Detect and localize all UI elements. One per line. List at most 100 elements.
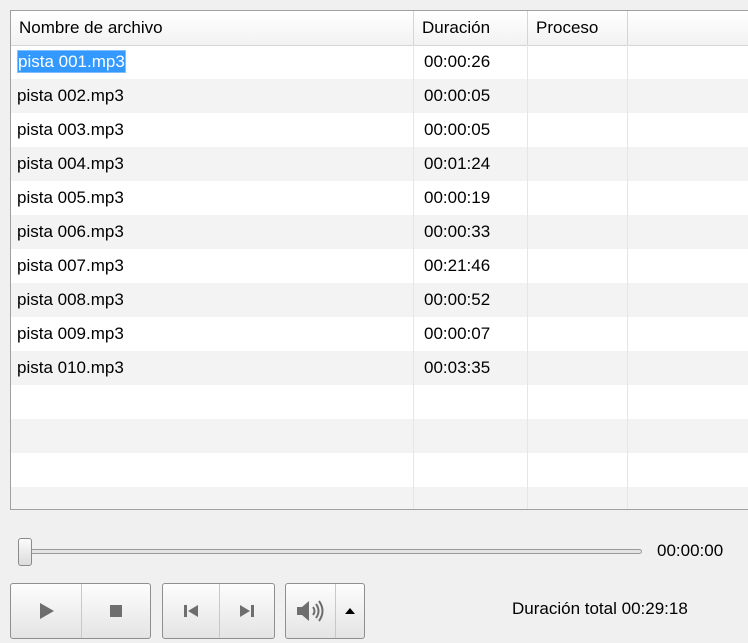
filename-text: pista 005.mp3 <box>17 188 124 207</box>
total-duration: Duración total 00:29:18 <box>512 599 688 619</box>
track-list[interactable]: Nombre de archivo Duración Proceso pista… <box>10 10 748 510</box>
process-cell <box>528 317 628 351</box>
track-rows: pista 001.mp3 00:00:26 pista 002.mp3 00:00:… <box>11 45 748 509</box>
process-cell <box>528 351 628 385</box>
volume-menu-button[interactable] <box>336 584 364 638</box>
column-header-duration[interactable]: Duración <box>414 11 528 45</box>
filename-cell <box>11 453 414 487</box>
extra-cell <box>628 79 748 113</box>
seek-handle[interactable] <box>18 538 32 566</box>
process-cell <box>528 45 628 79</box>
table-row[interactable]: pista 005.mp3 00:00:19 <box>11 181 748 215</box>
process-cell <box>528 419 628 453</box>
table-row[interactable]: pista 001.mp3 00:00:26 <box>11 45 748 79</box>
duration-cell: 00:21:46 <box>414 249 528 283</box>
duration-cell: 00:00:07 <box>414 317 528 351</box>
process-cell <box>528 147 628 181</box>
extra-cell <box>628 317 748 351</box>
speaker-volume-icon <box>296 600 323 622</box>
filename-cell <box>11 419 414 453</box>
duration-cell <box>414 419 528 453</box>
process-cell <box>528 249 628 283</box>
current-position: 00:00:00 <box>657 541 724 560</box>
empty-row[interactable] <box>11 487 748 509</box>
filename-text: pista 001.mp3 <box>17 50 126 73</box>
filename-text: pista 008.mp3 <box>17 290 124 309</box>
stop-icon <box>109 605 122 617</box>
filename-text: pista 007.mp3 <box>17 256 124 275</box>
filename-cell: pista 007.mp3 <box>11 249 414 283</box>
table-row[interactable]: pista 009.mp3 00:00:07 <box>11 317 748 351</box>
filename-cell: pista 008.mp3 <box>11 283 414 317</box>
filename-cell <box>11 385 414 419</box>
extra-cell <box>628 351 748 385</box>
filename-cell: pista 001.mp3 <box>11 45 414 79</box>
process-cell <box>528 181 628 215</box>
table-row[interactable]: pista 004.mp3 00:01:24 <box>11 147 748 181</box>
skip-previous-icon <box>183 605 198 617</box>
table-row[interactable]: pista 003.mp3 00:00:05 <box>11 113 748 147</box>
filename-text: pista 010.mp3 <box>17 358 124 377</box>
table-row[interactable]: pista 010.mp3 00:03:35 <box>11 351 748 385</box>
extra-cell <box>628 147 748 181</box>
previous-track-button[interactable] <box>163 584 219 638</box>
filename-text: pista 002.mp3 <box>17 86 124 105</box>
playback-controls <box>10 583 151 639</box>
duration-cell <box>414 487 528 509</box>
empty-row[interactable] <box>11 453 748 487</box>
next-track-button[interactable] <box>218 584 275 638</box>
empty-row[interactable] <box>11 385 748 419</box>
extra-cell <box>628 419 748 453</box>
table-row[interactable]: pista 008.mp3 00:00:52 <box>11 283 748 317</box>
filename-text: pista 004.mp3 <box>17 154 124 173</box>
table-row[interactable]: pista 002.mp3 00:00:05 <box>11 79 748 113</box>
volume-controls <box>285 583 365 639</box>
play-button[interactable] <box>11 584 81 638</box>
duration-cell <box>414 453 528 487</box>
process-cell <box>528 487 628 509</box>
filename-cell: pista 010.mp3 <box>11 351 414 385</box>
filename-cell: pista 005.mp3 <box>11 181 414 215</box>
filename-text: pista 003.mp3 <box>17 120 124 139</box>
extra-cell <box>628 181 748 215</box>
caret-up-icon <box>345 608 355 614</box>
volume-button[interactable] <box>286 584 336 638</box>
filename-text: pista 009.mp3 <box>17 324 124 343</box>
filename-cell: pista 006.mp3 <box>11 215 414 249</box>
filename-cell <box>11 487 414 509</box>
process-cell <box>528 215 628 249</box>
total-duration-label: Duración total <box>512 599 617 618</box>
process-cell <box>528 113 628 147</box>
track-navigation <box>162 583 275 639</box>
extra-cell <box>628 215 748 249</box>
duration-cell: 00:00:33 <box>414 215 528 249</box>
duration-cell: 00:01:24 <box>414 147 528 181</box>
column-header-empty[interactable] <box>628 11 748 45</box>
play-icon <box>39 603 54 619</box>
filename-cell: pista 004.mp3 <box>11 147 414 181</box>
column-header-filename[interactable]: Nombre de archivo <box>11 11 414 45</box>
process-cell <box>528 385 628 419</box>
extra-cell <box>628 453 748 487</box>
filename-cell: pista 003.mp3 <box>11 113 414 147</box>
process-cell <box>528 453 628 487</box>
duration-cell <box>414 385 528 419</box>
duration-cell: 00:00:52 <box>414 283 528 317</box>
skip-next-icon <box>239 605 254 617</box>
filename-cell: pista 009.mp3 <box>11 317 414 351</box>
duration-cell: 00:00:26 <box>414 45 528 79</box>
empty-row[interactable] <box>11 419 748 453</box>
stop-button[interactable] <box>80 584 151 638</box>
column-header-process[interactable]: Proceso <box>528 11 628 45</box>
duration-cell: 00:00:19 <box>414 181 528 215</box>
table-row[interactable]: pista 007.mp3 00:21:46 <box>11 249 748 283</box>
table-row[interactable]: pista 006.mp3 00:00:33 <box>11 215 748 249</box>
extra-cell <box>628 487 748 509</box>
seek-bar[interactable] <box>18 549 642 554</box>
duration-cell: 00:00:05 <box>414 113 528 147</box>
extra-cell <box>628 385 748 419</box>
duration-cell: 00:00:05 <box>414 79 528 113</box>
extra-cell <box>628 283 748 317</box>
total-duration-value: 00:29:18 <box>621 599 688 618</box>
track-list-header: Nombre de archivo Duración Proceso <box>11 11 748 46</box>
